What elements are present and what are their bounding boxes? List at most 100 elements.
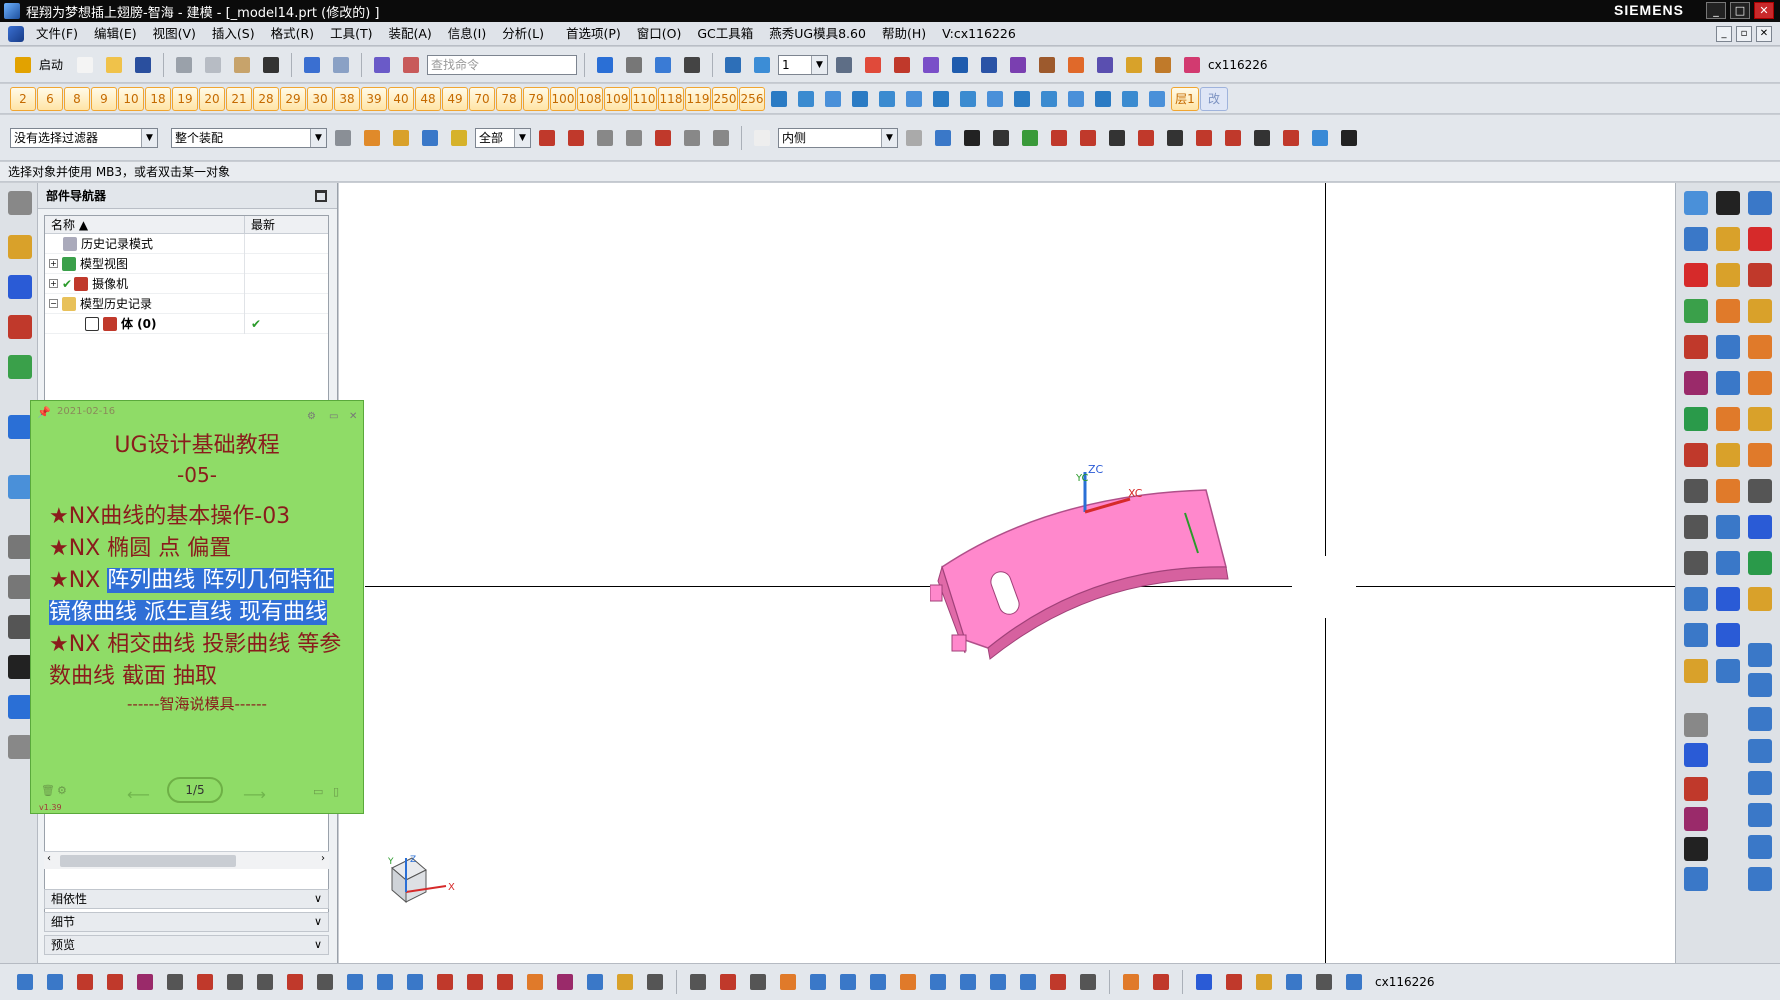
rotate-icon[interactable] — [1748, 707, 1772, 731]
revolve-icon[interactable] — [1716, 299, 1740, 323]
slant-line-icon[interactable] — [1748, 673, 1772, 697]
hole-icon[interactable] — [1716, 407, 1740, 431]
next-page-arrow-icon[interactable]: ⟶ — [243, 785, 266, 804]
tree-row-cameras[interactable]: + ✔ 摄像机 — [45, 273, 328, 294]
pocket-feature-icon[interactable] — [1716, 479, 1740, 503]
doc-restore-button[interactable]: ▫ — [1736, 26, 1752, 42]
bridge-curve-icon[interactable] — [1684, 551, 1708, 575]
sew-icon[interactable] — [685, 969, 711, 995]
resize-face-icon[interactable] — [925, 969, 951, 995]
analysis-icon[interactable] — [1063, 52, 1089, 78]
color-face-icon[interactable] — [1045, 969, 1071, 995]
chevron-down-icon[interactable]: ▼ — [811, 55, 828, 74]
table-edit-icon[interactable] — [42, 969, 68, 995]
mount-icon[interactable] — [1063, 86, 1089, 112]
studio-surface-icon[interactable] — [1716, 623, 1740, 647]
circle-icon[interactable] — [1684, 479, 1708, 503]
scope-select[interactable]: 全部 ▼ — [475, 127, 531, 148]
datum-csys-icon[interactable] — [1684, 407, 1708, 431]
curtain-icon[interactable] — [1716, 587, 1740, 611]
extract-icon[interactable] — [1684, 659, 1708, 683]
shell-icon[interactable] — [918, 52, 944, 78]
chamfer-icon[interactable] — [552, 969, 578, 995]
menu-view[interactable]: 视图(V) — [145, 22, 204, 46]
snap-cross-icon[interactable] — [988, 125, 1014, 151]
table-icon[interactable] — [12, 969, 38, 995]
mold-wizard-icon[interactable] — [889, 52, 915, 78]
expand-icon[interactable]: + — [49, 259, 58, 268]
no-entry-icon[interactable] — [1748, 227, 1772, 251]
angle-tool-icon[interactable] — [1009, 86, 1035, 112]
magnet-icon[interactable] — [1311, 969, 1337, 995]
layer-button[interactable]: 70 — [469, 86, 495, 111]
scroll-thumb[interactable] — [60, 855, 236, 867]
x-icon[interactable] — [1684, 837, 1708, 861]
history-icon[interactable] — [8, 535, 32, 559]
touch-mode-icon[interactable] — [398, 52, 424, 78]
system-materials-icon[interactable] — [8, 575, 32, 599]
surface-icon[interactable] — [1716, 551, 1740, 575]
shape-icon[interactable] — [1075, 969, 1101, 995]
layer-button[interactable]: 39 — [361, 86, 387, 111]
layer-button[interactable]: 19 — [172, 86, 198, 111]
menu-insert[interactable]: 插入(S) — [204, 22, 263, 46]
layer-button[interactable]: 256 — [739, 86, 765, 111]
note-close-icon[interactable]: ✕ — [349, 411, 357, 422]
tree-row-history-mode[interactable]: 历史记录模式 — [45, 233, 328, 254]
chevron-down-icon[interactable]: ∨ — [314, 936, 322, 954]
trim-icon[interactable] — [1716, 191, 1740, 215]
wave-icon[interactable] — [1090, 86, 1116, 112]
package-icon[interactable] — [1748, 587, 1772, 611]
project-icon[interactable] — [1684, 623, 1708, 647]
sheet-icon[interactable] — [1716, 335, 1740, 359]
cut-icon[interactable] — [171, 52, 197, 78]
layer-button[interactable]: 108 — [577, 86, 603, 111]
ring-icon[interactable] — [1148, 969, 1174, 995]
reuse-library-icon[interactable] — [8, 355, 32, 379]
background-icon[interactable] — [679, 52, 705, 78]
sticky-note[interactable]: 📌 2021-02-16 ⚙ ▭ ✕ UG设计基础教程 -05- ★NX曲线的基… — [30, 400, 364, 814]
snap-table-icon[interactable] — [1336, 125, 1362, 151]
snap-curve-icon[interactable] — [1104, 125, 1130, 151]
layer-button[interactable]: 30 — [307, 86, 333, 111]
open-file-icon[interactable] — [101, 52, 127, 78]
rectangle-select-icon[interactable] — [749, 125, 775, 151]
offset-face-icon[interactable] — [642, 969, 668, 995]
web-browser-icon[interactable] — [8, 475, 32, 499]
pattern-icon[interactable] — [1684, 867, 1708, 891]
menu-format[interactable]: 格式(R) — [263, 22, 322, 46]
measure-angle-icon[interactable] — [1005, 52, 1031, 78]
snap-tangent-icon[interactable] — [1162, 125, 1188, 151]
book-icon[interactable] — [1221, 969, 1247, 995]
snap-mid-icon[interactable] — [621, 125, 647, 151]
filter-settings-icon[interactable] — [330, 125, 356, 151]
extend-icon[interactable] — [745, 969, 771, 995]
point-set-icon[interactable] — [162, 969, 188, 995]
grid-surface-icon[interactable] — [372, 969, 398, 995]
chevron-down-icon[interactable]: ∨ — [314, 913, 322, 931]
snap-quadrant-icon[interactable] — [1220, 125, 1246, 151]
change-button[interactable]: 改 — [1200, 86, 1228, 111]
corner-icon[interactable] — [1748, 739, 1772, 763]
axis-icon[interactable] — [1748, 551, 1772, 575]
replace-face-icon[interactable] — [865, 969, 891, 995]
subtract-icon[interactable] — [462, 969, 488, 995]
column-latest-header[interactable]: 最新 — [245, 216, 275, 233]
snap-grid-icon[interactable] — [959, 125, 985, 151]
layer-button[interactable]: 119 — [685, 86, 711, 111]
pin-icon[interactable] — [955, 86, 981, 112]
clip-section-icon[interactable] — [720, 52, 746, 78]
undo-icon[interactable] — [299, 52, 325, 78]
label-face-icon[interactable] — [955, 969, 981, 995]
channel-icon[interactable] — [1117, 86, 1143, 112]
menu-assembly[interactable]: 装配(A) — [380, 22, 439, 46]
snap-arc-center-icon[interactable] — [1191, 125, 1217, 151]
user-settings-icon[interactable] — [1341, 969, 1367, 995]
tree-row-model-views[interactable]: + 模型视图 — [45, 253, 328, 274]
menu-yanxiu-mold[interactable]: 燕秀UG模具8.60 — [761, 22, 874, 46]
column-name-header[interactable]: 名称 ▲ — [45, 216, 245, 233]
redo-icon[interactable] — [328, 52, 354, 78]
trim-sheet-icon[interactable] — [775, 969, 801, 995]
solid-select-icon[interactable] — [930, 125, 956, 151]
layer-button[interactable]: 49 — [442, 86, 468, 111]
